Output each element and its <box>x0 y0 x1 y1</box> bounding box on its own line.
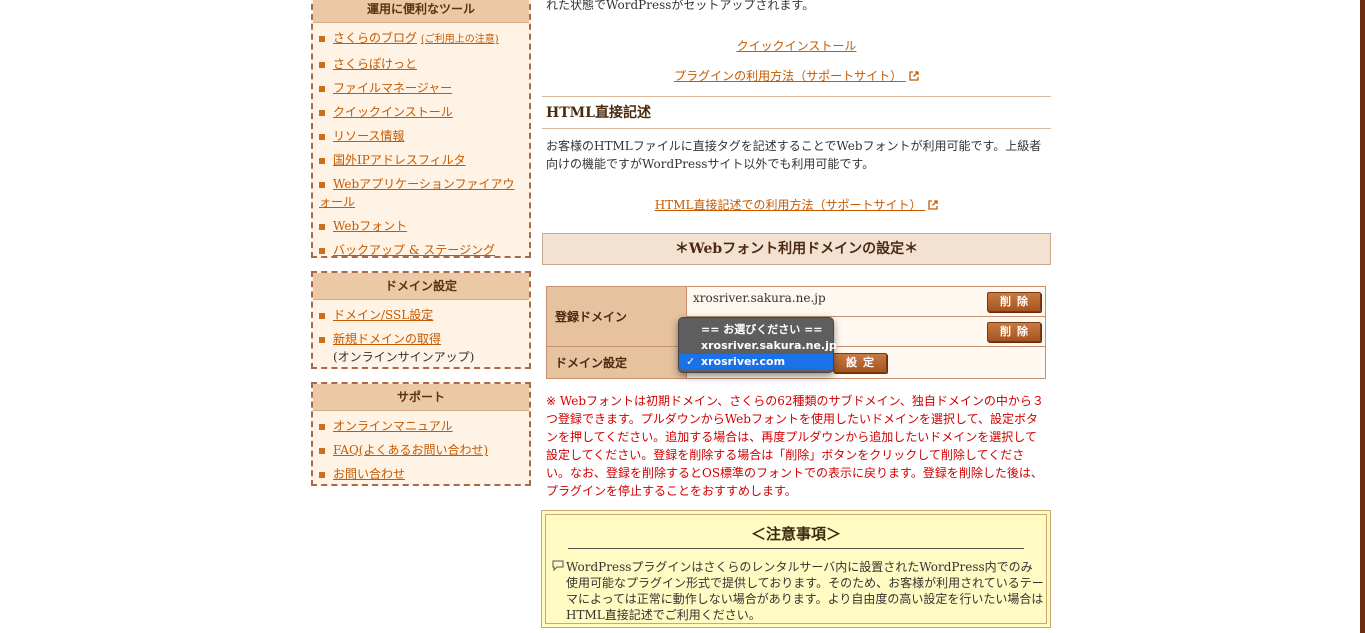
sidebar-item-new-domain: 新規ドメインの取得 (オンラインサインアップ) <box>313 330 529 366</box>
domain-option-xrosriver-com[interactable]: ✓ xrosriver.com <box>679 354 833 370</box>
external-link-icon <box>928 200 938 210</box>
sidebar-item-quick-install: クイックインストール <box>313 103 529 127</box>
sidebar-link-faq[interactable]: FAQ(よくあるお問い合わせ) <box>333 443 488 457</box>
sidebar-link-resource-info[interactable]: リソース情報 <box>333 129 404 143</box>
top-text: れた状態でWordPressがセットアップされます。 <box>546 0 815 12</box>
bullet-icon <box>319 336 325 343</box>
delete-button-2[interactable]: 削除 <box>987 322 1041 342</box>
sidebar-domain-title: ドメイン設定 <box>313 273 529 300</box>
sidebar-support-box: サポート オンラインマニュアル FAQ(よくあるお問い合わせ) お問い合わせ <box>311 382 531 486</box>
sidebar-link-file-manager[interactable]: ファイルマネージャー <box>333 81 452 95</box>
sidebar-link-ip-filter[interactable]: 国外IPアドレスフィルタ <box>333 153 466 167</box>
bullet-icon <box>319 61 325 68</box>
external-link-icon <box>909 71 919 81</box>
sidebar-item-sakura-pocket: さくらぽけっと <box>313 55 529 79</box>
notice-body: WordPressプラグインはさくらのレンタルサーバ内に設置されたWordPre… <box>566 560 1044 622</box>
sidebar-tools-list: さくらのブログ (ご利用上の注意) さくらぽけっと ファイルマネージャー クイッ… <box>313 23 529 267</box>
checkmark-icon: ✓ <box>686 355 696 368</box>
html-help-link-wrap: HTML直接記述での利用方法（サポートサイト） <box>542 196 1051 213</box>
comment-icon <box>552 560 564 571</box>
sidebar-item-ip-filter: 国外IPアドレスフィルタ <box>313 151 529 175</box>
sidebar-item-waf: Webアプリケーションファイアウォール <box>313 175 529 217</box>
domain-option-placeholder-label: == お選びください == <box>701 323 823 336</box>
sidebar-item-backup: バックアップ & ステージング <box>313 241 529 265</box>
bullet-icon <box>319 157 325 164</box>
sidebar-link-contact[interactable]: お問い合わせ <box>333 467 405 481</box>
sidebar-link-backup[interactable]: バックアップ & ステージング <box>333 243 495 257</box>
registered-domain-cell: xrosriver.sakura.ne.jp 削除 <box>686 286 1046 317</box>
sidebar-tools-title: 運用に便利なツール <box>313 0 529 23</box>
bullet-icon <box>319 133 325 140</box>
plugin-help-link-wrap: プラグインの利用方法（サポートサイト） <box>542 67 1051 84</box>
right-border <box>1360 0 1365 633</box>
sidebar-link-web-font[interactable]: Webフォント <box>333 219 407 233</box>
bullet-icon <box>319 423 325 430</box>
quick-install-link-wrap: クイックインストール <box>542 37 1051 54</box>
sidebar-link-waf[interactable]: Webアプリケーションファイアウォール <box>319 177 515 209</box>
sidebar-link-online-manual[interactable]: オンラインマニュアル <box>333 419 453 433</box>
bullet-icon <box>319 35 325 42</box>
sidebar-domain-list: ドメイン/SSL設定 新規ドメインの取得 (オンラインサインアップ) <box>313 300 529 368</box>
sidebar-item-resource-info: リソース情報 <box>313 127 529 151</box>
domain-option-placeholder[interactable]: == お選びください == <box>679 322 833 338</box>
sidebar-item-domain-ssl: ドメイン/SSL設定 <box>313 306 529 330</box>
sidebar-support-list: オンラインマニュアル FAQ(よくあるお問い合わせ) お問い合わせ <box>313 411 529 491</box>
notice-box: ＜注意事項＞ WordPressプラグインはさくらのレンタルサーバ内に設置された… <box>541 510 1051 628</box>
sidebar-item-contact: お問い合わせ <box>313 465 529 489</box>
domain-settings-banner: ＊Webフォント利用ドメインの設定＊ <box>542 233 1051 265</box>
sidebar-link-sakura-blog[interactable]: さくらのブログ <box>333 31 417 45</box>
registered-domain-value: xrosriver.sakura.ne.jp <box>693 291 826 305</box>
sidebar-support-title: サポート <box>313 384 529 411</box>
domain-option-sakura[interactable]: xrosriver.sakura.ne.jp <box>679 338 837 354</box>
sidebar-item-web-font: Webフォント <box>313 217 529 241</box>
sidebar-link-sakura-pocket[interactable]: さくらぽけっと <box>333 57 417 71</box>
bullet-icon <box>319 447 325 454</box>
html-section-desc: お客様のHTMLファイルに直接タグを記述することでWebフォントが利用可能です。… <box>546 139 1042 171</box>
webfont-warning-text: ※ Webフォントは初期ドメイン、さくらの62種類のサブドメイン、独自ドメインの… <box>546 394 1044 498</box>
notice-title: ＜注意事項＞ <box>750 525 841 543</box>
plugin-help-link[interactable]: プラグインの利用方法（サポートサイト） <box>674 69 902 83</box>
domain-option-sakura-label: xrosriver.sakura.ne.jp <box>701 339 837 352</box>
registered-domain-label: 登録ドメイン <box>546 286 687 347</box>
bullet-icon <box>319 109 325 116</box>
sidebar-item-faq: FAQ(よくあるお問い合わせ) <box>313 441 529 465</box>
sidebar-item-file-manager: ファイルマネージャー <box>313 79 529 103</box>
bullet-icon <box>319 85 325 92</box>
bullet-icon <box>319 181 325 188</box>
bullet-icon <box>319 471 325 478</box>
delete-button-1[interactable]: 削除 <box>987 292 1041 312</box>
sidebar-link-quick-install[interactable]: クイックインストール <box>333 105 453 119</box>
sidebar-new-domain-note: (オンラインサインアップ) <box>333 350 475 364</box>
sidebar-link-blog-notice[interactable]: (ご利用上の注意) <box>421 34 499 45</box>
bullet-icon <box>319 312 325 319</box>
html-section-title: HTML直接記述 <box>542 96 1051 129</box>
sidebar-tools-box: 運用に便利なツール さくらのブログ (ご利用上の注意) さくらぽけっと ファイル… <box>311 0 531 258</box>
notice-divider <box>568 548 1024 549</box>
bullet-icon <box>319 247 325 254</box>
domain-select-dropdown[interactable]: == お選びください == xrosriver.sakura.ne.jp ✓ xr… <box>678 317 837 373</box>
quick-install-link[interactable]: クイックインストール <box>737 39 857 53</box>
sidebar-domain-box: ドメイン設定 ドメイン/SSL設定 新規ドメインの取得 (オンラインサインアップ… <box>311 271 531 369</box>
set-button[interactable]: 設定 <box>833 353 887 373</box>
domain-option-xrosriver-com-label: xrosriver.com <box>701 355 786 368</box>
html-help-link[interactable]: HTML直接記述での利用方法（サポートサイト） <box>655 198 922 212</box>
sidebar-item-online-manual: オンラインマニュアル <box>313 417 529 441</box>
left-margin <box>0 0 305 633</box>
sidebar-link-domain-ssl[interactable]: ドメイン/SSL設定 <box>333 308 433 322</box>
sidebar-item-sakura-blog: さくらのブログ (ご利用上の注意) <box>313 29 529 55</box>
notice-inner-frame: ＜注意事項＞ WordPressプラグインはさくらのレンタルサーバ内に設置された… <box>545 514 1047 624</box>
sidebar-link-new-domain[interactable]: 新規ドメインの取得 <box>333 332 441 346</box>
domain-setting-label: ドメイン設定 <box>546 346 687 379</box>
bullet-icon <box>319 223 325 230</box>
